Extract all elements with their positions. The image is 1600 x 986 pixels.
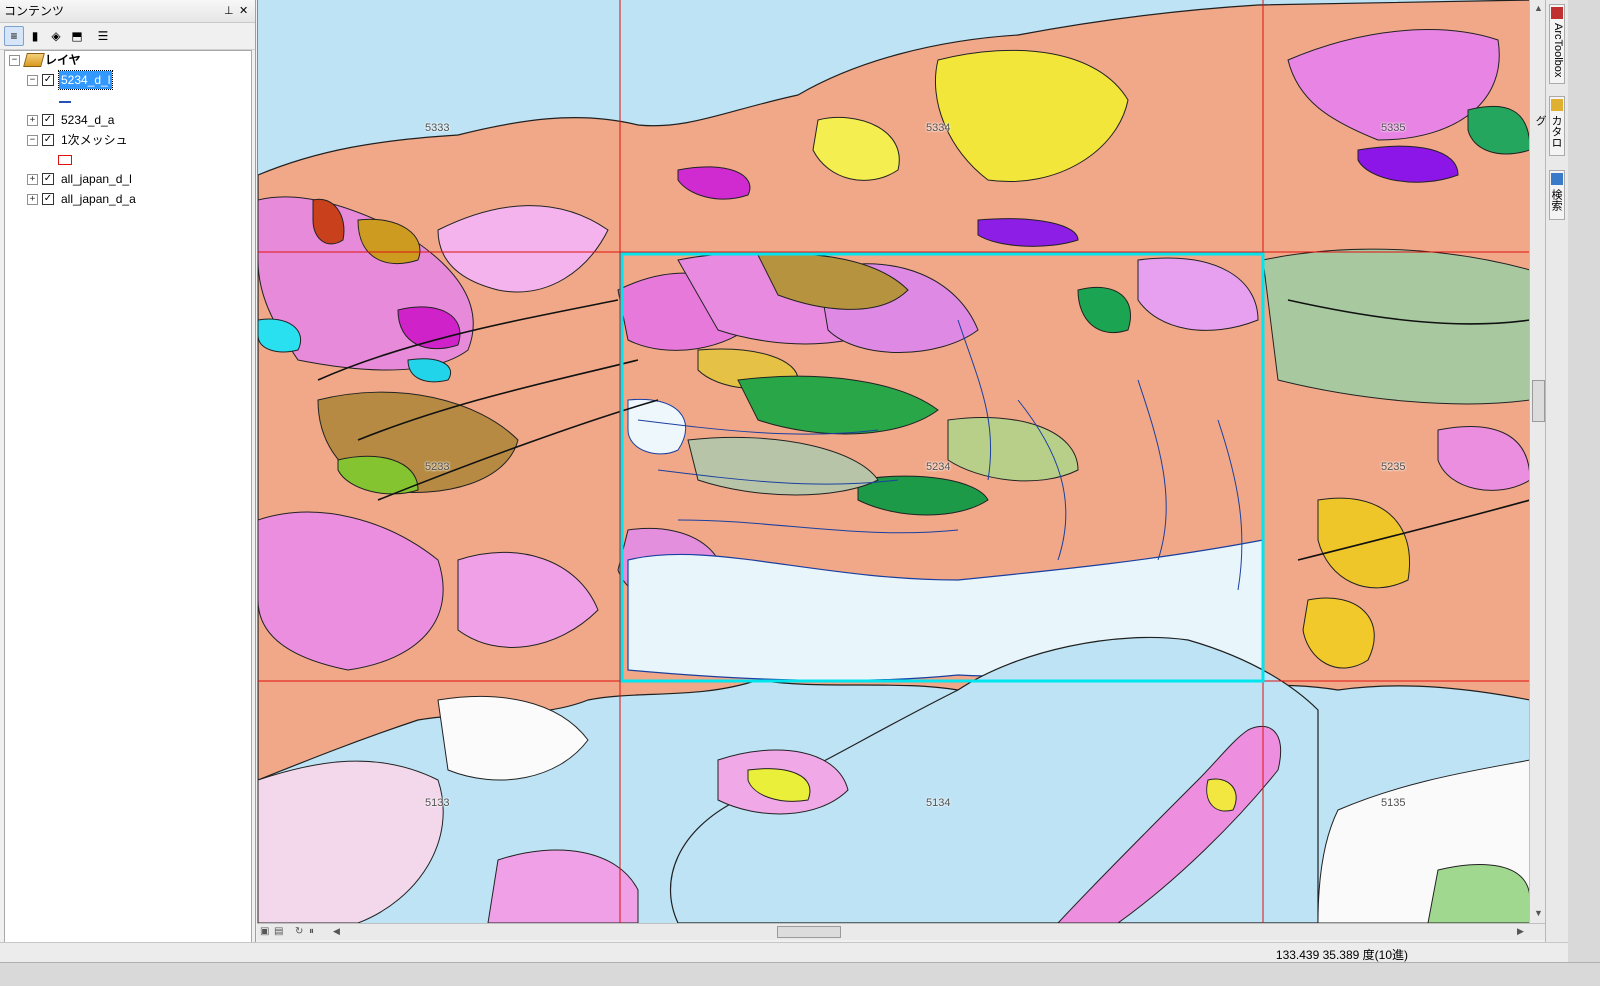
scroll-left-icon[interactable]: ◀	[333, 926, 340, 937]
search-icon	[1551, 173, 1563, 185]
tab-catalog[interactable]: カタログ	[1534, 96, 1565, 156]
layer-visibility-checkbox[interactable]: ✓	[42, 114, 54, 126]
tab-label: 検索	[1550, 189, 1562, 211]
toc-title-bar: コンテンツ ⊥ ✕	[0, 0, 255, 23]
mesh-label: 5334	[926, 122, 951, 134]
map-horizontal-scrollbar[interactable]: ▣ ▤ ↻ ⏸ ◀ ▶	[257, 923, 1545, 940]
layer-item-5234-d-l[interactable]: − ✓ 5234_d_l	[5, 70, 245, 90]
scroll-up-icon[interactable]: ▲	[1534, 3, 1543, 13]
toc-title: コンテンツ	[4, 4, 65, 18]
tab-search[interactable]: 検索	[1549, 170, 1565, 220]
pin-icon[interactable]: ⊥	[224, 0, 234, 22]
layer-item-primary-mesh[interactable]: − ✓ 1次メッシュ	[5, 131, 245, 149]
line-symbol-icon	[59, 101, 71, 103]
toc-toolbar: ≡ ▮ ◈ ⬒ ☰	[0, 23, 255, 50]
layer-label[interactable]: all_japan_d_l	[61, 170, 132, 188]
collapse-icon[interactable]: −	[27, 75, 38, 86]
polygon-symbol-icon	[58, 155, 72, 165]
scroll-down-icon[interactable]: ▼	[1534, 908, 1543, 918]
pause-drawing-icon[interactable]: ⏸	[309, 926, 314, 937]
horizontal-scroll-thumb[interactable]	[777, 926, 841, 938]
layer-visibility-checkbox[interactable]: ✓	[42, 173, 54, 185]
close-icon[interactable]: ✕	[239, 0, 248, 22]
status-bar: 133.439 35.389 度(10進)	[0, 942, 1568, 963]
data-view-icon[interactable]: ▣	[260, 926, 269, 937]
layer-item-all-japan-d-a[interactable]: + ✓ all_japan_d_a	[5, 190, 245, 208]
mesh-label: 5133	[425, 797, 450, 809]
catalog-icon	[1551, 99, 1563, 111]
mesh-label: 5134	[926, 797, 951, 809]
vertical-scroll-thumb[interactable]	[1532, 380, 1545, 422]
expand-icon[interactable]: +	[27, 194, 38, 205]
mesh-label: 5333	[425, 122, 450, 134]
mesh-label: 5234	[926, 461, 951, 473]
mesh-label: 5235	[1381, 461, 1406, 473]
map-vertical-scrollbar[interactable]: ▲ ▼	[1529, 0, 1546, 923]
right-dock: ArcToolbox カタログ 検索	[1534, 0, 1569, 962]
list-by-visibility-icon[interactable]: ◈	[46, 26, 66, 46]
table-of-contents-pane: コンテンツ ⊥ ✕ ≡ ▮ ◈ ⬒ ☰ − レイヤ − ✓ 5234_d_l +…	[0, 0, 256, 962]
layer-item-5234-d-a[interactable]: + ✓ 5234_d_a	[5, 111, 245, 129]
tab-arctoolbox[interactable]: ArcToolbox	[1549, 4, 1565, 84]
list-by-source-icon[interactable]: ▮	[25, 26, 45, 46]
collapse-icon[interactable]: −	[9, 55, 20, 66]
layer-visibility-checkbox[interactable]: ✓	[42, 193, 54, 205]
layer-label[interactable]: 5234_d_l	[57, 70, 114, 90]
mesh-label: 5135	[1381, 797, 1406, 809]
coordinate-readout: 133.439 35.389 度(10進)	[1275, 948, 1408, 962]
collapse-icon[interactable]: −	[27, 135, 38, 146]
mesh-label: 5233	[425, 461, 450, 473]
map-view[interactable]: 5333 5334 5335 5233 5234 5235 5133 5134 …	[257, 0, 1530, 923]
layer-visibility-checkbox[interactable]: ✓	[42, 134, 54, 146]
mesh-label: 5335	[1381, 122, 1406, 134]
list-by-drawing-order-icon[interactable]: ≡	[4, 26, 24, 46]
layers-root-label: レイヤ	[45, 53, 81, 67]
tab-label: ArcToolbox	[1552, 23, 1564, 78]
expand-icon[interactable]: +	[27, 115, 38, 126]
taskbar-strip	[0, 962, 1600, 986]
layers-root[interactable]: − レイヤ	[5, 51, 245, 69]
scroll-right-icon[interactable]: ▶	[1517, 926, 1524, 937]
expand-icon[interactable]: +	[27, 174, 38, 185]
options-icon[interactable]: ☰	[93, 26, 113, 46]
window-edge	[1568, 0, 1600, 962]
layer-label[interactable]: all_japan_d_a	[61, 190, 136, 208]
layer-visibility-checkbox[interactable]: ✓	[42, 74, 54, 86]
layer-label[interactable]: 1次メッシュ	[61, 131, 128, 149]
toolbox-icon	[1551, 7, 1563, 19]
layer-label[interactable]: 5234_d_a	[61, 111, 114, 129]
layer-item-all-japan-d-l[interactable]: + ✓ all_japan_d_l	[5, 170, 245, 188]
layers-icon	[23, 53, 45, 67]
layout-view-icon[interactable]: ▤	[274, 926, 283, 937]
list-by-selection-icon[interactable]: ⬒	[67, 26, 87, 46]
refresh-icon[interactable]: ↻	[295, 926, 303, 937]
layer-tree: − レイヤ − ✓ 5234_d_l + ✓ 5234_d_a − ✓ 1次メッ…	[4, 50, 252, 944]
